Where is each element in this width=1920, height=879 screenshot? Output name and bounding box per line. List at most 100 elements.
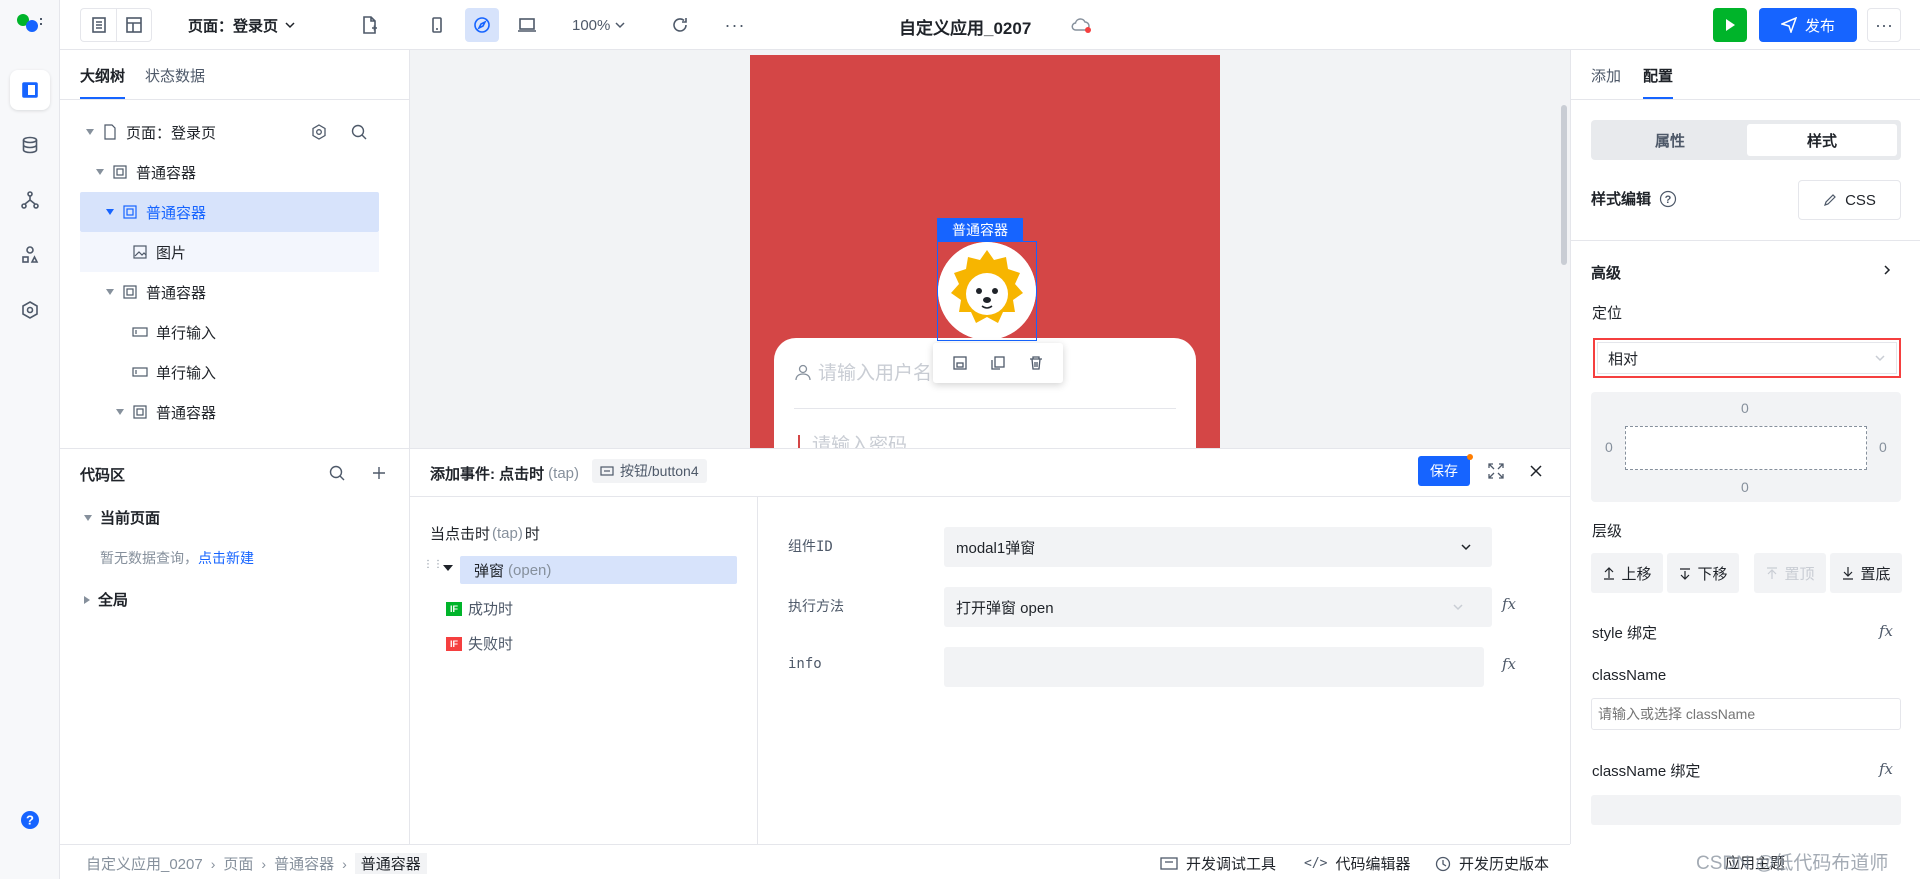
page-view-toggle[interactable]	[80, 8, 116, 42]
code-editor-button[interactable]: </> 代码编辑器	[1304, 853, 1411, 874]
fx-icon[interactable]: fx	[1879, 622, 1893, 640]
plus-icon[interactable]	[370, 464, 388, 482]
page-preview[interactable]: 请输入用户名 请输入密码 普通容器	[750, 55, 1220, 448]
tree-node-container[interactable]: 普通容器	[80, 392, 379, 432]
help-icon[interactable]: ?	[10, 800, 50, 840]
offset-top[interactable]: 0	[1741, 400, 1749, 416]
tab-config[interactable]: 配置	[1643, 65, 1674, 99]
run-button[interactable]	[1713, 8, 1747, 42]
csdn-watermark: CSDN @低代码布道师	[1696, 853, 1889, 874]
publish-button[interactable]: 发布	[1759, 8, 1857, 42]
fx-icon[interactable]: fx	[1502, 595, 1516, 613]
fx-icon[interactable]: fx	[1502, 655, 1516, 673]
info-input[interactable]	[944, 647, 1484, 687]
copy-icon[interactable]	[990, 355, 1006, 371]
page-selector[interactable]: 页面：登录页	[188, 8, 296, 42]
breadcrumb-item-current[interactable]: 普通容器	[354, 853, 427, 874]
segment-property[interactable]: 属性	[1595, 124, 1745, 156]
move-up-button[interactable]: 上移	[1591, 553, 1663, 593]
outline-panel-icon[interactable]	[10, 70, 50, 110]
position-select[interactable]: 相对	[1597, 342, 1897, 374]
tree-node-container-selected[interactable]: 普通容器	[80, 192, 379, 232]
css-button[interactable]: CSS	[1798, 180, 1901, 220]
compass-view-icon[interactable]	[465, 8, 499, 42]
tab-outline-tree[interactable]: 大纲树	[80, 65, 126, 99]
caret-down-icon[interactable]	[106, 209, 114, 215]
global-group[interactable]: 全局	[84, 589, 128, 610]
components-icon[interactable]	[10, 235, 50, 275]
chevron-right-icon[interactable]	[1881, 264, 1893, 276]
caret-down-icon[interactable]	[116, 409, 124, 415]
refresh-icon[interactable]	[663, 8, 697, 42]
caret-right-icon[interactable]	[84, 595, 90, 604]
save-button[interactable]: 保存	[1418, 456, 1470, 486]
component-id-select[interactable]: modal1弹窗	[944, 527, 1492, 567]
flow-icon[interactable]	[10, 180, 50, 220]
caret-down-icon[interactable]	[86, 129, 94, 135]
password-input[interactable]: 请输入密码	[798, 430, 907, 448]
success-branch[interactable]: IF 成功时	[446, 598, 513, 619]
tab-add[interactable]: 添加	[1591, 65, 1621, 86]
offset-left[interactable]: 0	[1605, 439, 1613, 455]
tree-node-input[interactable]: 单行输入	[80, 352, 379, 392]
caret-down-icon[interactable]	[84, 514, 92, 521]
save-template-icon[interactable]	[952, 355, 968, 371]
zoom-selector[interactable]: 100%	[572, 8, 626, 42]
database-icon[interactable]	[10, 125, 50, 165]
fail-label: 失败时	[468, 636, 514, 653]
mobile-view-icon[interactable]	[420, 8, 454, 42]
debug-tools-button[interactable]: 开发调试工具	[1160, 853, 1276, 874]
bring-to-top-button[interactable]: 置顶	[1754, 553, 1826, 593]
breadcrumb-item[interactable]: 普通容器	[274, 853, 334, 874]
tree-node-page[interactable]: 页面：登录页	[80, 112, 379, 152]
canvas-scrollbar[interactable]	[1561, 105, 1567, 265]
drag-handle-icon[interactable]: ⋮⋮	[423, 560, 443, 578]
design-canvas[interactable]: 请输入用户名 请输入密码 普通容器	[410, 50, 1570, 448]
cloud-sync-icon[interactable]	[1070, 15, 1092, 35]
current-page-group[interactable]: 当前页面	[84, 507, 160, 528]
username-input[interactable]: 请输入用户名	[794, 358, 932, 385]
tree-node-container[interactable]: 普通容器	[80, 272, 379, 312]
fail-branch[interactable]: IF 失败时	[446, 633, 513, 654]
action-item-modal[interactable]: 弹窗 (open)	[460, 556, 737, 584]
tree-node-input[interactable]: 单行输入	[80, 312, 379, 352]
send-to-bottom-button[interactable]: 置底	[1830, 553, 1902, 593]
caret-down-icon[interactable]	[106, 289, 114, 295]
settings-hex-icon[interactable]	[10, 290, 50, 330]
create-new-link[interactable]: 点击新建	[198, 550, 254, 566]
method-select[interactable]: 打开弹窗 open	[944, 587, 1492, 627]
classname-bind-input[interactable]	[1591, 795, 1901, 825]
segment-style[interactable]: 样式	[1747, 124, 1897, 156]
delete-icon[interactable]	[1028, 355, 1044, 371]
search-icon[interactable]	[350, 123, 368, 141]
caret-down-icon[interactable]	[96, 169, 104, 175]
selected-container-outline[interactable]	[937, 241, 1037, 341]
tab-state-data[interactable]: 状态数据	[145, 65, 205, 86]
more-icon[interactable]: ···	[718, 8, 752, 42]
breadcrumb-item[interactable]: 自定义应用_0207	[86, 853, 203, 874]
tree-node-label: 单行输入	[156, 324, 217, 342]
classname-input[interactable]	[1591, 698, 1901, 730]
caret-down-icon[interactable]	[443, 565, 453, 571]
trigger-text: 当点击时	[430, 526, 491, 543]
offset-bottom[interactable]: 0	[1741, 479, 1749, 495]
fx-icon[interactable]: fx	[1879, 760, 1893, 778]
breadcrumb-item[interactable]: 页面	[223, 853, 253, 874]
offset-right[interactable]: 0	[1879, 439, 1887, 455]
add-page-icon[interactable]	[352, 8, 386, 42]
expand-icon[interactable]	[1487, 462, 1505, 480]
close-icon[interactable]	[1528, 463, 1544, 479]
settings-icon[interactable]	[310, 123, 328, 141]
desktop-view-icon[interactable]	[510, 8, 544, 42]
advanced-label[interactable]: 高级	[1591, 262, 1621, 283]
app-logo[interactable]	[16, 12, 44, 36]
search-icon[interactable]	[328, 464, 346, 482]
tree-node-image[interactable]: 图片	[80, 232, 379, 272]
help-circle-icon[interactable]: ?	[1659, 190, 1677, 208]
tree-node-container[interactable]: 普通容器	[80, 152, 379, 192]
lion-logo-image[interactable]	[938, 242, 1036, 340]
layout-view-toggle[interactable]	[116, 8, 152, 42]
move-down-button[interactable]: 下移	[1667, 553, 1739, 593]
more-menu-button[interactable]: ···	[1867, 8, 1901, 42]
history-button[interactable]: 开发历史版本	[1435, 853, 1549, 874]
